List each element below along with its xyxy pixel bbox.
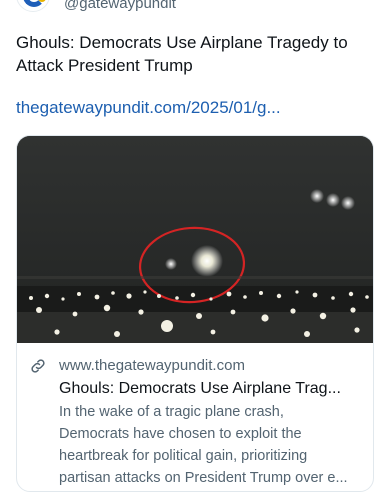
small-light (165, 258, 177, 270)
post-text-line-1: Ghouls: Democrats Use Airplane Tragedy t… (16, 33, 348, 52)
aircraft-light (310, 189, 324, 203)
aircraft-light (341, 196, 355, 210)
card-description: In the wake of a tragic plane crash, Dem… (59, 401, 367, 489)
card-domain: www.thegatewaypundit.com (59, 357, 245, 374)
author-handle[interactable]: @gatewaypundit (64, 0, 176, 12)
card-image-graphic (17, 136, 373, 343)
link-icon (31, 359, 45, 373)
link-preview-card[interactable]: www.thegatewaypundit.com Ghouls: Democra… (16, 135, 374, 492)
card-meta[interactable]: www.thegatewaypundit.com Ghouls: Democra… (17, 343, 373, 491)
bright-light (191, 245, 223, 277)
card-description-line: In the wake of a tragic plane crash, (59, 404, 284, 420)
card-description-line: heartbreak for political gain, prioritiz… (59, 448, 308, 464)
aircraft-light (326, 193, 340, 207)
post-text: Ghouls: Democrats Use Airplane Tragedy t… (16, 31, 376, 77)
card-description-line: partisan attacks on President Trump over… (59, 470, 348, 486)
avatar[interactable] (16, 0, 50, 12)
card-description-line: Democrats have chosen to exploit the (59, 426, 302, 442)
post-text-line-2: Attack President Trump (16, 56, 193, 75)
card-title[interactable]: Ghouls: Democrats Use Airplane Trag... (59, 378, 365, 399)
card-image[interactable] (17, 136, 373, 343)
post-link[interactable]: thegatewaypundit.com/2025/01/g... (16, 97, 281, 119)
